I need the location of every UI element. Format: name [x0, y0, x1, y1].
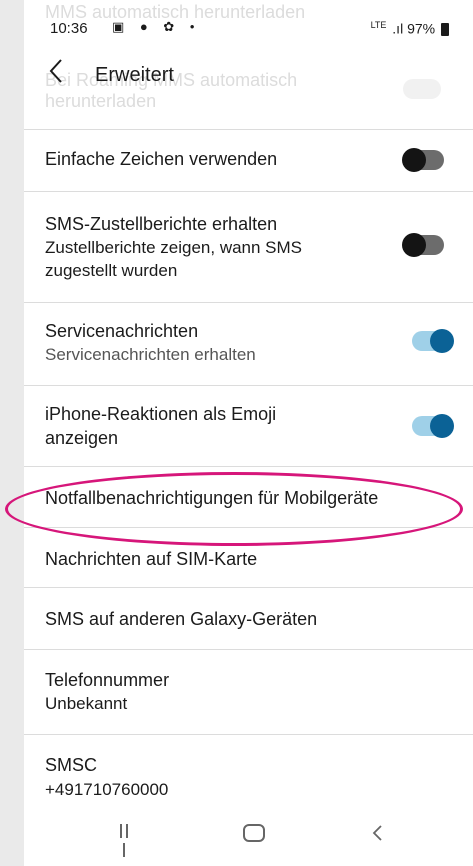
recents-icon[interactable] [104, 824, 144, 857]
setting-label: SMS-Zustellberichte erhalten [45, 214, 278, 234]
setting-label-2: anzeigen [45, 428, 119, 448]
setting-smsc[interactable]: SMSC +491710760000 [24, 735, 473, 815]
setting-value: Unbekannt [45, 694, 128, 713]
setting-label: SMS auf anderen Galaxy-Geräten [45, 609, 318, 629]
setting-label: Notfallbenachrichtigungen für Mobilgerät… [45, 488, 379, 508]
chevron-left-icon[interactable] [48, 58, 82, 92]
app-bar: Erweitert [24, 54, 473, 98]
setting-label: Telefonnummer [45, 670, 170, 690]
status-right: LTE .ıl 97% [371, 20, 449, 37]
home-icon[interactable] [234, 824, 274, 854]
setting-service-messages[interactable]: Servicenachrichten Servicenachrichten er… [24, 303, 473, 383]
setting-sim-messages[interactable]: Nachrichten auf SIM-Karte [24, 528, 473, 586]
status-bar: 10:36 ▣ ● ✿ • LTE .ıl 97% [24, 0, 473, 48]
setting-description-2: zugestellt wurden [45, 261, 178, 280]
setting-value: +491710760000 [45, 780, 169, 799]
toggle-knob [402, 233, 426, 257]
setting-phone-number[interactable]: Telefonnummer Unbekannt [24, 650, 473, 732]
setting-description: Servicenachrichten erhalten [45, 345, 256, 364]
toggle-knob [402, 148, 426, 172]
notification-icons: ▣ ● ✿ • [112, 19, 201, 34]
setting-label: Nachrichten auf SIM-Karte [45, 549, 258, 569]
service-messages-toggle[interactable] [412, 329, 454, 353]
delivery-reports-toggle[interactable] [402, 233, 444, 257]
setting-delivery-reports[interactable]: SMS-Zustellberichte erhalten Zustellberi… [24, 192, 473, 292]
setting-iphone-reactions[interactable]: iPhone-Reaktionen als Emoji anzeigen [24, 386, 473, 466]
battery-icon [441, 22, 449, 36]
setting-label: iPhone-Reaktionen als Emoji [45, 404, 277, 424]
iphone-reactions-toggle[interactable] [412, 414, 454, 438]
setting-emergency-alerts[interactable]: Notfallbenachrichtigungen für Mobilgerät… [24, 467, 473, 527]
setting-other-galaxy-devices[interactable]: SMS auf anderen Galaxy-Geräten [24, 588, 473, 648]
toggle-knob [430, 329, 454, 353]
battery-percent: 97% [407, 20, 436, 37]
navigation-bar [24, 810, 473, 866]
back-nav-icon[interactable] [357, 824, 397, 854]
toggle-knob [430, 414, 454, 438]
lte-icon: LTE [370, 20, 387, 30]
signal-icon: .ıl [392, 20, 404, 37]
setting-description: Zustellberichte zeigen, wann SMS [45, 238, 303, 257]
page-title: Erweitert [95, 64, 174, 86]
setting-label: Einfache Zeichen verwenden [45, 149, 278, 169]
setting-label: SMSC [45, 755, 98, 775]
simple-characters-toggle[interactable] [402, 148, 444, 172]
setting-simple-characters[interactable]: Einfache Zeichen verwenden [24, 130, 473, 190]
setting-label: Servicenachrichten [45, 321, 199, 341]
status-time: 10:36 [50, 20, 88, 37]
